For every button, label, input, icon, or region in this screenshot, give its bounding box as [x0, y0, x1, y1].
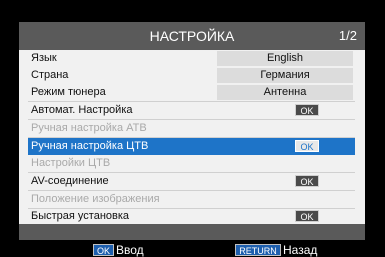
menu-item-label: Автомат. Настройка — [31, 104, 133, 116]
ok-button[interactable]: OK — [295, 175, 319, 187]
menu-item-label: Положение изображения — [31, 193, 160, 205]
menu-item-label: Быстрая установка — [31, 210, 130, 222]
menu-item-language[interactable]: Язык English — [28, 50, 355, 67]
enter-label: Ввод — [116, 243, 144, 257]
key-guide: OK Ввод RETURN Назад — [0, 244, 385, 257]
tv-menu-screen: НАСТРОЙКА 1/2 Язык English Страна Герман… — [0, 0, 385, 257]
menu-item-label: Режим тюнера — [31, 86, 106, 98]
menu-item-picture-position: Положение изображения — [28, 191, 355, 209]
settings-panel: Язык English Страна Германия Режим тюнер… — [19, 50, 365, 224]
page-indicator: 1/2 — [338, 28, 357, 43]
menu-item-label: AV-соединение — [31, 175, 109, 187]
ok-button[interactable]: OK — [295, 140, 319, 152]
menu-item-label: Ручная настройка ATB — [31, 122, 147, 134]
menu-item-av-connection[interactable]: AV-соединение OK — [28, 173, 355, 191]
menu-item-label: Язык — [31, 52, 57, 64]
ok-key-icon: OK — [93, 244, 114, 256]
menu-bottom-bar — [19, 224, 365, 240]
menu-item-label: Страна — [31, 69, 69, 81]
language-value[interactable]: English — [217, 51, 353, 66]
menu-item-dtv-settings: Настройки ЦТВ — [28, 155, 355, 173]
menu-item-manual-dtv[interactable]: Ручная настройка ЦТВ OK — [28, 138, 355, 155]
menu-item-quick-setup[interactable]: Быстрая установка OK — [28, 208, 355, 225]
menu-item-label: Настройки ЦТВ — [31, 157, 111, 169]
menu-item-tuner-mode[interactable]: Режим тюнера Антенна — [28, 84, 355, 102]
back-label: Назад — [283, 243, 318, 257]
menu-title: НАСТРОЙКА — [149, 28, 235, 44]
country-value[interactable]: Германия — [217, 68, 353, 83]
tuner-mode-value[interactable]: Антенна — [217, 85, 353, 100]
ok-button[interactable]: OK — [295, 104, 319, 116]
return-key-icon: RETURN — [235, 244, 281, 256]
ok-button[interactable]: OK — [295, 210, 319, 222]
menu-item-auto-tuning[interactable]: Автомат. Настройка OK — [28, 102, 355, 120]
title-bar: НАСТРОЙКА 1/2 — [19, 22, 365, 50]
menu-item-label: Ручная настройка ЦТВ — [31, 140, 149, 152]
menu-item-manual-atv: Ручная настройка ATB — [28, 120, 355, 138]
menu-item-country[interactable]: Страна Германия — [28, 67, 355, 84]
